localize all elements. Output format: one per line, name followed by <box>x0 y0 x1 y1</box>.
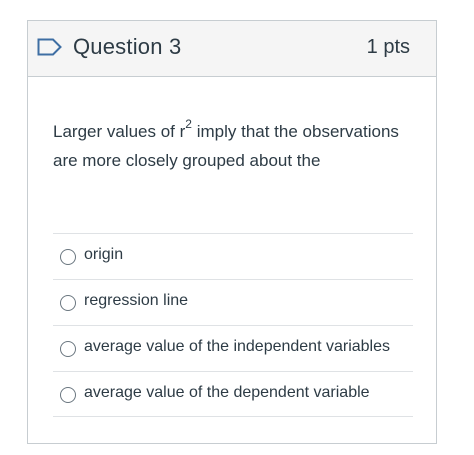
question-header: Question 3 1 pts <box>28 21 436 77</box>
answer-label[interactable]: regression line <box>84 292 188 310</box>
radio-button[interactable] <box>60 341 76 357</box>
answer-list: origin regression line average value of … <box>53 233 413 417</box>
answer-option-origin[interactable]: origin <box>53 233 413 279</box>
question-points: 1 pts <box>366 36 410 58</box>
radio-button[interactable] <box>60 249 76 265</box>
answer-option-dependent-average[interactable]: average value of the dependent variable <box>53 371 413 417</box>
question-text-superscript: 2 <box>185 117 192 132</box>
answer-option-independent-average[interactable]: average value of the independent variabl… <box>53 325 413 371</box>
flag-question-icon[interactable] <box>37 38 63 56</box>
question-text: Larger values of r2 imply that the obser… <box>53 117 413 175</box>
question-title: Question 3 <box>73 34 182 59</box>
answer-label[interactable]: origin <box>84 246 123 264</box>
radio-button[interactable] <box>60 387 76 403</box>
radio-button[interactable] <box>60 295 76 311</box>
question-card: Question 3 1 pts Larger values of r2 imp… <box>27 20 437 444</box>
answer-label[interactable]: average value of the dependent variable <box>84 384 370 402</box>
answer-label[interactable]: average value of the independent variabl… <box>84 338 390 356</box>
answer-option-regression-line[interactable]: regression line <box>53 279 413 325</box>
question-text-main: Larger values of r <box>53 122 186 141</box>
